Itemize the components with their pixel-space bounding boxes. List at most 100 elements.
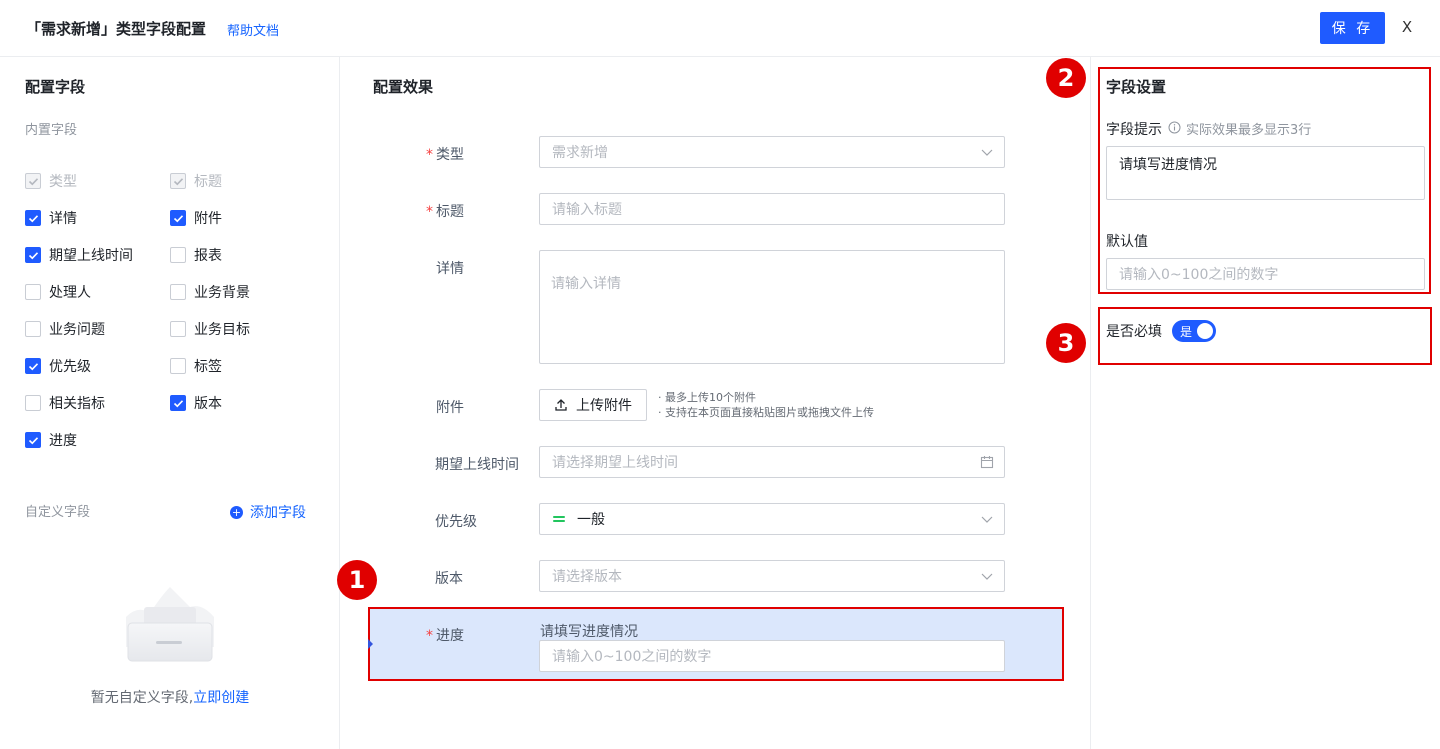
selected-marker-icon bbox=[368, 639, 373, 649]
builtin-field-label: 业务问题 bbox=[49, 322, 105, 338]
upload-hint-line: · 支持在本页面直接粘贴图片或拖拽文件上传 bbox=[658, 406, 874, 419]
builtin-field-label: 标签 bbox=[194, 359, 222, 375]
builtin-field-label: 处理人 bbox=[49, 285, 91, 301]
field-hint-note: 实际效果最多显示3行 bbox=[1186, 123, 1312, 138]
chevron-down-icon bbox=[981, 573, 993, 580]
builtin-field-checkbox: 标题 bbox=[170, 171, 222, 191]
empty-message: 暂无自定义字段, bbox=[90, 690, 194, 706]
progress-input[interactable]: 请输入0~100之间的数字 bbox=[539, 640, 1005, 672]
builtin-field-checkbox[interactable]: 优先级 bbox=[25, 356, 91, 376]
checkbox-empty-icon bbox=[170, 247, 186, 263]
builtin-field-label: 相关指标 bbox=[49, 396, 105, 412]
builtin-field-label: 期望上线时间 bbox=[49, 248, 133, 264]
checkbox-checked-icon bbox=[25, 247, 41, 263]
builtin-field-checkbox[interactable]: 报表 bbox=[170, 245, 222, 265]
builtin-field-checkbox[interactable]: 处理人 bbox=[25, 282, 91, 302]
toggle-knob bbox=[1197, 323, 1213, 339]
field-settings-panel: 2 字段设置 字段提示 实际效果最多显示3行 请填写进度情况 默认值 请输入0~… bbox=[1046, 57, 1440, 749]
version-select[interactable]: 请选择版本 bbox=[539, 560, 1005, 592]
field-settings-highlight: 字段设置 字段提示 实际效果最多显示3行 请填写进度情况 默认值 请输入0~10… bbox=[1098, 67, 1431, 294]
required-setting-highlight: 是否必填 是 bbox=[1098, 307, 1432, 365]
upload-hint-line: · 最多上传10个附件 bbox=[658, 391, 756, 404]
default-value-label: 默认值 bbox=[1106, 234, 1148, 250]
help-doc-link[interactable]: 帮助文档 bbox=[227, 20, 279, 39]
title-input[interactable]: 请输入标题 bbox=[539, 193, 1005, 225]
checkbox-empty-icon bbox=[170, 321, 186, 337]
required-star: * bbox=[426, 628, 433, 644]
builtin-field-checkbox[interactable]: 业务问题 bbox=[25, 319, 105, 339]
checkbox-empty-icon bbox=[170, 284, 186, 300]
required-toggle[interactable]: 是 bbox=[1172, 320, 1216, 342]
builtin-field-checkbox[interactable]: 详情 bbox=[25, 208, 77, 228]
type-select-value: 需求新增 bbox=[552, 145, 608, 161]
info-icon[interactable] bbox=[1168, 121, 1181, 134]
upload-icon bbox=[555, 399, 567, 411]
type-select[interactable]: 需求新增 bbox=[539, 136, 1005, 168]
builtin-field-label: 进度 bbox=[49, 433, 77, 449]
builtin-field-checkbox[interactable]: 版本 bbox=[170, 393, 222, 413]
calendar-icon bbox=[980, 456, 994, 469]
progress-label: * 进度 bbox=[426, 628, 464, 644]
save-button[interactable]: 保 存 bbox=[1320, 12, 1385, 44]
detail-placeholder: 请输入详情 bbox=[551, 276, 621, 292]
builtin-field-checkbox[interactable]: 附件 bbox=[170, 208, 222, 228]
priority-label: 优先级 bbox=[435, 514, 477, 530]
builtin-field-checkbox: 类型 bbox=[25, 171, 77, 191]
checkbox-empty-icon bbox=[25, 395, 41, 411]
builtin-fields-label: 内置字段 bbox=[25, 123, 78, 138]
expected-date-placeholder: 请选择期望上线时间 bbox=[552, 455, 678, 471]
default-value-placeholder: 请输入0~100之间的数字 bbox=[1119, 267, 1279, 283]
builtin-field-checkbox[interactable]: 进度 bbox=[25, 430, 77, 450]
annotation-badge-1: 1 bbox=[337, 560, 377, 600]
checkbox-checked-icon bbox=[170, 173, 186, 189]
builtin-field-checkbox[interactable]: 相关指标 bbox=[25, 393, 105, 413]
checkbox-checked-icon bbox=[170, 210, 186, 226]
add-field-button[interactable]: + 添加字段 bbox=[230, 502, 306, 522]
checkbox-checked-icon bbox=[170, 395, 186, 411]
plus-icon: + bbox=[230, 505, 243, 519]
upload-hint: · 最多上传10个附件 · 支持在本页面直接粘贴图片或拖拽文件上传 bbox=[658, 390, 874, 420]
upload-label: 上传附件 bbox=[576, 398, 632, 414]
checkbox-checked-icon bbox=[25, 173, 41, 189]
detail-textarea[interactable]: 请输入详情 bbox=[539, 250, 1005, 364]
checkbox-checked-icon bbox=[25, 210, 41, 226]
chevron-down-icon bbox=[981, 516, 993, 523]
progress-hint: 请填写进度情况 bbox=[540, 624, 638, 640]
checkbox-checked-icon bbox=[25, 432, 41, 448]
checkbox-empty-icon bbox=[25, 284, 41, 300]
title-input-placeholder: 请输入标题 bbox=[552, 202, 622, 218]
upload-attachment-button[interactable]: 上传附件 bbox=[539, 389, 647, 421]
progress-field-row[interactable]: * 进度 请填写进度情况 请输入0~100之间的数字 bbox=[368, 607, 1064, 681]
page-title: 「需求新增」类型字段配置 bbox=[26, 20, 207, 38]
priority-value: 一般 bbox=[577, 512, 605, 528]
builtin-field-checkbox[interactable]: 期望上线时间 bbox=[25, 245, 133, 265]
annotation-badge-2: 2 bbox=[1046, 58, 1086, 98]
builtin-field-checkbox[interactable]: 标签 bbox=[170, 356, 222, 376]
field-hint-label: 字段提示 bbox=[1106, 122, 1162, 138]
config-preview-panel: 配置效果 * 类型 需求新增 * 标题 请输入标题 详情 请输入详情 附件 上传附件… bbox=[337, 57, 1091, 749]
priority-select[interactable]: 一般 bbox=[539, 503, 1005, 535]
attachment-label: 附件 bbox=[436, 400, 464, 416]
builtin-field-label: 附件 bbox=[194, 211, 222, 227]
field-hint-textarea[interactable]: 请填写进度情况 bbox=[1106, 146, 1425, 200]
version-placeholder: 请选择版本 bbox=[552, 569, 622, 585]
builtin-field-label: 详情 bbox=[49, 211, 77, 227]
builtin-field-label: 版本 bbox=[194, 396, 222, 412]
default-value-input[interactable]: 请输入0~100之间的数字 bbox=[1106, 258, 1425, 290]
annotation-badge-3: 3 bbox=[1046, 323, 1086, 363]
close-icon[interactable]: X bbox=[1398, 17, 1416, 37]
toggle-text: 是 bbox=[1180, 325, 1193, 339]
builtin-field-checkbox[interactable]: 业务目标 bbox=[170, 319, 250, 339]
config-fields-title: 配置字段 bbox=[25, 78, 86, 96]
create-now-link[interactable]: 立即创建 bbox=[193, 690, 249, 706]
required-star: * bbox=[426, 204, 433, 220]
checkbox-empty-icon bbox=[170, 358, 186, 374]
custom-fields-label: 自定义字段 bbox=[25, 505, 91, 520]
required-label: 是否必填 bbox=[1106, 324, 1162, 340]
builtin-field-checkbox[interactable]: 业务背景 bbox=[170, 282, 250, 302]
builtin-field-label: 类型 bbox=[49, 174, 77, 190]
expected-date-label: 期望上线时间 bbox=[435, 457, 519, 473]
empty-custom-text: 暂无自定义字段,立即创建 bbox=[0, 687, 340, 707]
expected-date-picker[interactable]: 请选择期望上线时间 bbox=[539, 446, 1005, 478]
chevron-down-icon bbox=[981, 149, 993, 156]
